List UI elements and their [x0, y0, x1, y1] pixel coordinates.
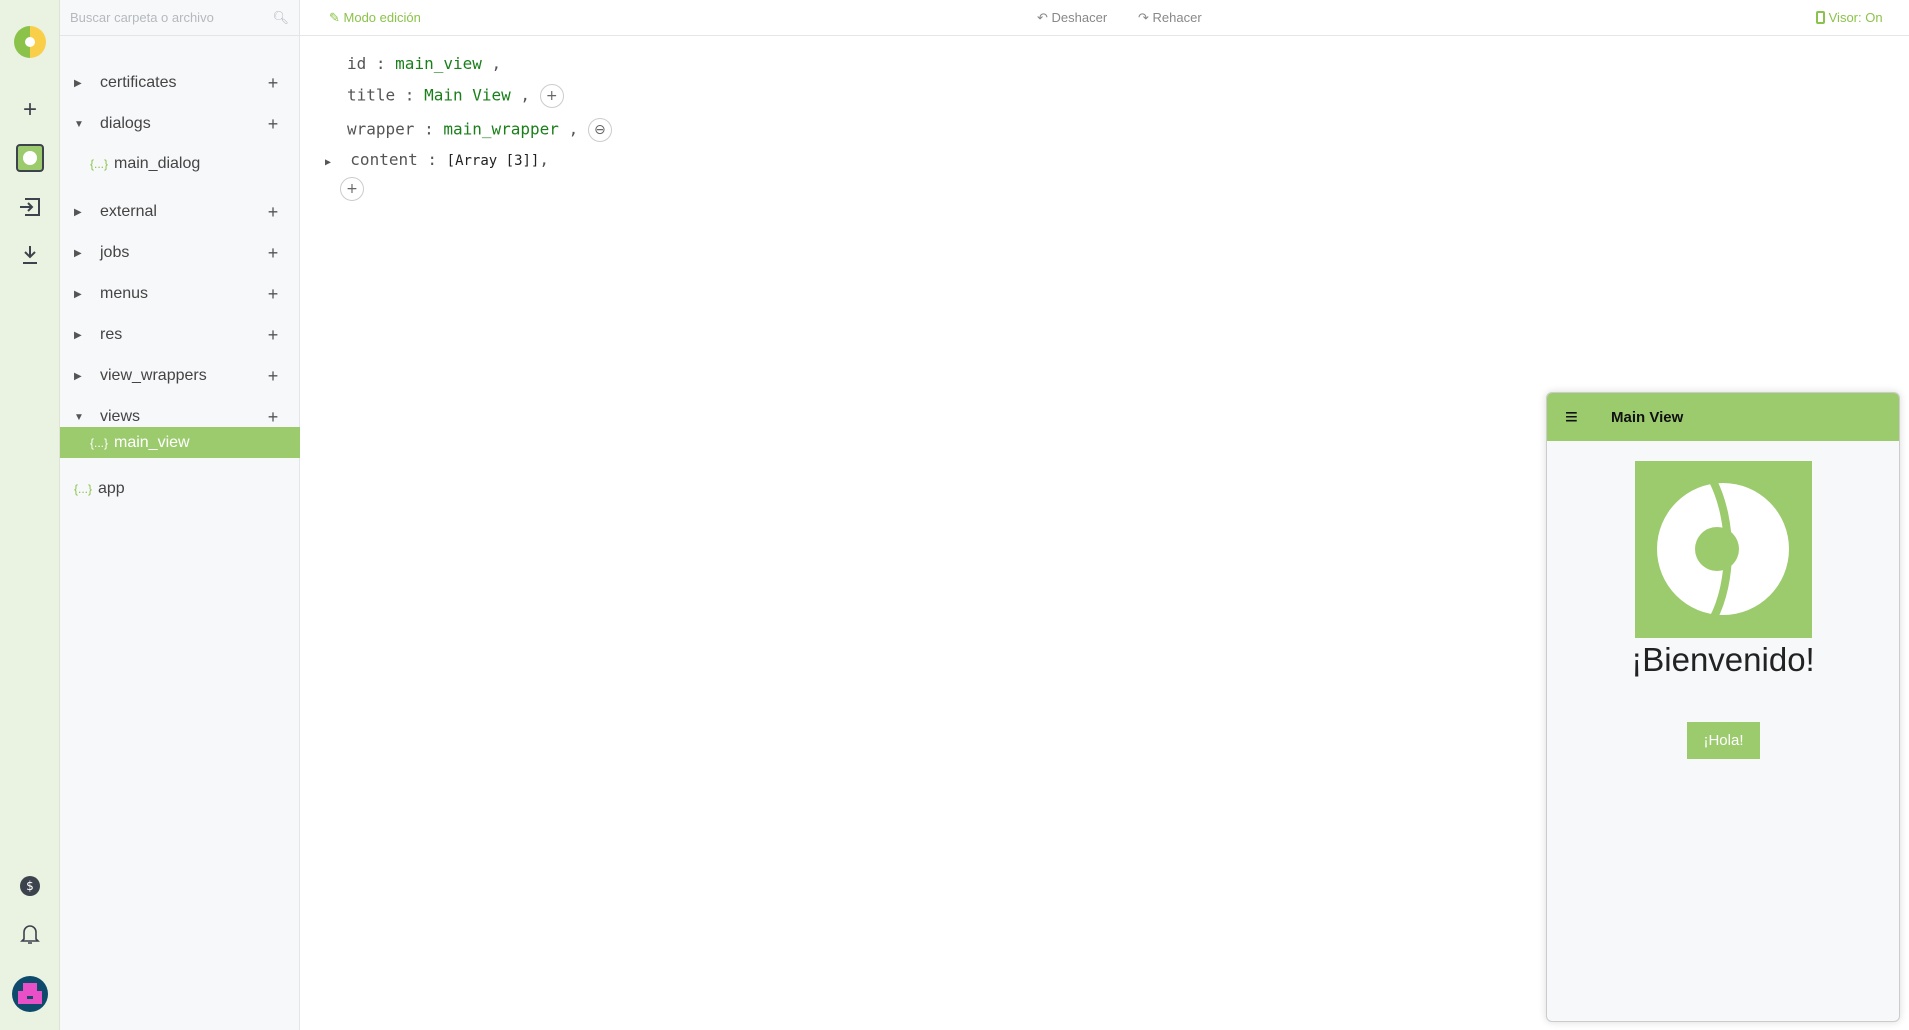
caret-right-icon[interactable]: ▶: [74, 78, 94, 89]
tree-item-label: app: [98, 480, 125, 497]
tree-folder-res[interactable]: ▶ res +: [60, 320, 300, 350]
add-item-button[interactable]: +: [258, 325, 288, 346]
add-icon[interactable]: +: [15, 95, 45, 125]
caret-right-icon[interactable]: ▶: [74, 248, 94, 259]
tree-item-label: main_view: [114, 433, 190, 451]
viewer-toggle[interactable]: Visor: On: [1816, 10, 1883, 25]
add-item-button[interactable]: +: [258, 243, 288, 264]
add-item-button[interactable]: +: [258, 284, 288, 305]
viewer-label: Visor: On: [1828, 10, 1883, 25]
tree-folder-certificates[interactable]: ▶ certificates +: [60, 68, 300, 98]
import-icon[interactable]: [15, 192, 45, 222]
preview-logo-image: [1635, 461, 1812, 638]
link-icon[interactable]: ⊖: [587, 118, 612, 142]
svg-text:$: $: [26, 879, 34, 893]
prop-wrapper[interactable]: wrapper : main_wrapper , ⊖: [347, 118, 612, 142]
redo-icon: ↷: [1138, 10, 1149, 25]
search-box[interactable]: Buscar carpeta o archivo 🔍︎: [60, 0, 299, 36]
add-item-button[interactable]: +: [258, 407, 288, 428]
redo-button[interactable]: ↷ Rehacer: [1138, 10, 1202, 26]
preview-app-bar: ≡ Main View: [1547, 393, 1899, 441]
avatar[interactable]: [11, 975, 49, 1013]
app-logo-icon[interactable]: [13, 25, 47, 59]
search-input[interactable]: Buscar carpeta o archivo: [70, 10, 214, 25]
phone-icon: [1816, 11, 1825, 24]
tree-folder-view_wrappers[interactable]: ▶ view_wrappers +: [60, 361, 300, 391]
prop-key: title: [347, 85, 396, 105]
tree-item-label: menus: [100, 285, 149, 302]
caret-right-icon[interactable]: ▶: [74, 207, 94, 218]
edit-mode-button[interactable]: ✎ Modo edición: [329, 10, 421, 26]
redo-label: Rehacer: [1152, 10, 1202, 25]
add-item-button[interactable]: +: [258, 202, 288, 223]
prop-key: wrapper: [347, 119, 415, 139]
add-icon[interactable]: +: [340, 177, 364, 201]
prop-value[interactable]: [Array [3]]: [447, 153, 540, 169]
preview-title: Main View: [1611, 408, 1684, 426]
prop-content[interactable]: ▶ content : [Array [3]],: [325, 150, 549, 169]
prop-id[interactable]: id : main_view ,: [347, 54, 501, 73]
bell-icon[interactable]: [15, 919, 45, 949]
tree-item-label: jobs: [100, 244, 130, 261]
prop-title[interactable]: title : Main View , +: [347, 84, 564, 108]
add-property-button[interactable]: +: [539, 84, 564, 108]
prop-value[interactable]: Main View: [424, 86, 511, 105]
preview-viewer: ≡ Main View ¡Bienvenido! ¡Hola!: [1546, 392, 1900, 1022]
tree-file-main_dialog[interactable]: {...} main_dialog: [60, 149, 300, 179]
tree-file-app[interactable]: {...} app: [60, 474, 300, 504]
expand-caret-icon[interactable]: ▶: [325, 157, 331, 168]
tree-folder-menus[interactable]: ▶ menus +: [60, 279, 300, 309]
views-icon[interactable]: [15, 143, 45, 173]
tree-folder-jobs[interactable]: ▶ jobs +: [60, 238, 300, 268]
caret-down-icon[interactable]: ▼: [74, 119, 94, 130]
tree-item-label: views: [100, 408, 141, 425]
add-item-button[interactable]: +: [258, 73, 288, 94]
tree-item-label: main_dialog: [114, 155, 201, 172]
welcome-heading: ¡Bienvenido!: [1631, 641, 1815, 678]
prop-value[interactable]: main_wrapper: [443, 120, 559, 139]
tree-item-label: dialogs: [100, 115, 151, 132]
tree-folder-dialogs[interactable]: ▼ dialogs +: [60, 109, 300, 139]
prop-key: content: [350, 150, 418, 169]
prop-key: id: [347, 54, 367, 73]
caret-right-icon[interactable]: ▶: [74, 371, 94, 382]
file-tree-panel: Buscar carpeta o archivo 🔍︎ ▶ certificate…: [60, 0, 300, 1030]
json-file-icon: {...}: [74, 482, 93, 496]
toolbar: ✎ Modo edición ↶ Deshacer ↷ Rehacer Viso…: [300, 0, 1909, 36]
menu-icon[interactable]: ≡: [1565, 404, 1585, 430]
tree-file-main_view[interactable]: {...} main_view: [60, 427, 300, 458]
undo-icon: ↶: [1037, 10, 1048, 25]
search-icon[interactable]: 🔍︎: [272, 10, 289, 26]
caret-right-icon[interactable]: ▶: [74, 330, 94, 341]
caret-right-icon[interactable]: ▶: [74, 289, 94, 300]
prop-value[interactable]: main_view: [395, 54, 482, 73]
add-item-button[interactable]: +: [258, 366, 288, 387]
edit-mode-label: Modo edición: [343, 10, 421, 25]
add-root-property[interactable]: +: [340, 177, 364, 201]
undo-label: Deshacer: [1051, 10, 1108, 25]
add-item-button[interactable]: +: [258, 114, 288, 135]
undo-button[interactable]: ↶ Deshacer: [1037, 10, 1107, 26]
download-icon[interactable]: [15, 240, 45, 270]
icon-rail: + $: [0, 0, 60, 1030]
json-file-icon: {...}: [90, 157, 109, 171]
json-file-icon: {...}: [90, 435, 109, 450]
tree-item-label: res: [100, 326, 123, 343]
tree-item-label: external: [100, 203, 157, 220]
tree-item-label: view_wrappers: [100, 367, 207, 384]
tree-item-label: certificates: [100, 74, 177, 91]
billing-icon[interactable]: $: [15, 871, 45, 901]
tree-folder-external[interactable]: ▶ external +: [60, 197, 300, 227]
caret-down-icon[interactable]: ▼: [74, 412, 94, 423]
hola-button[interactable]: ¡Hola!: [1687, 722, 1760, 759]
